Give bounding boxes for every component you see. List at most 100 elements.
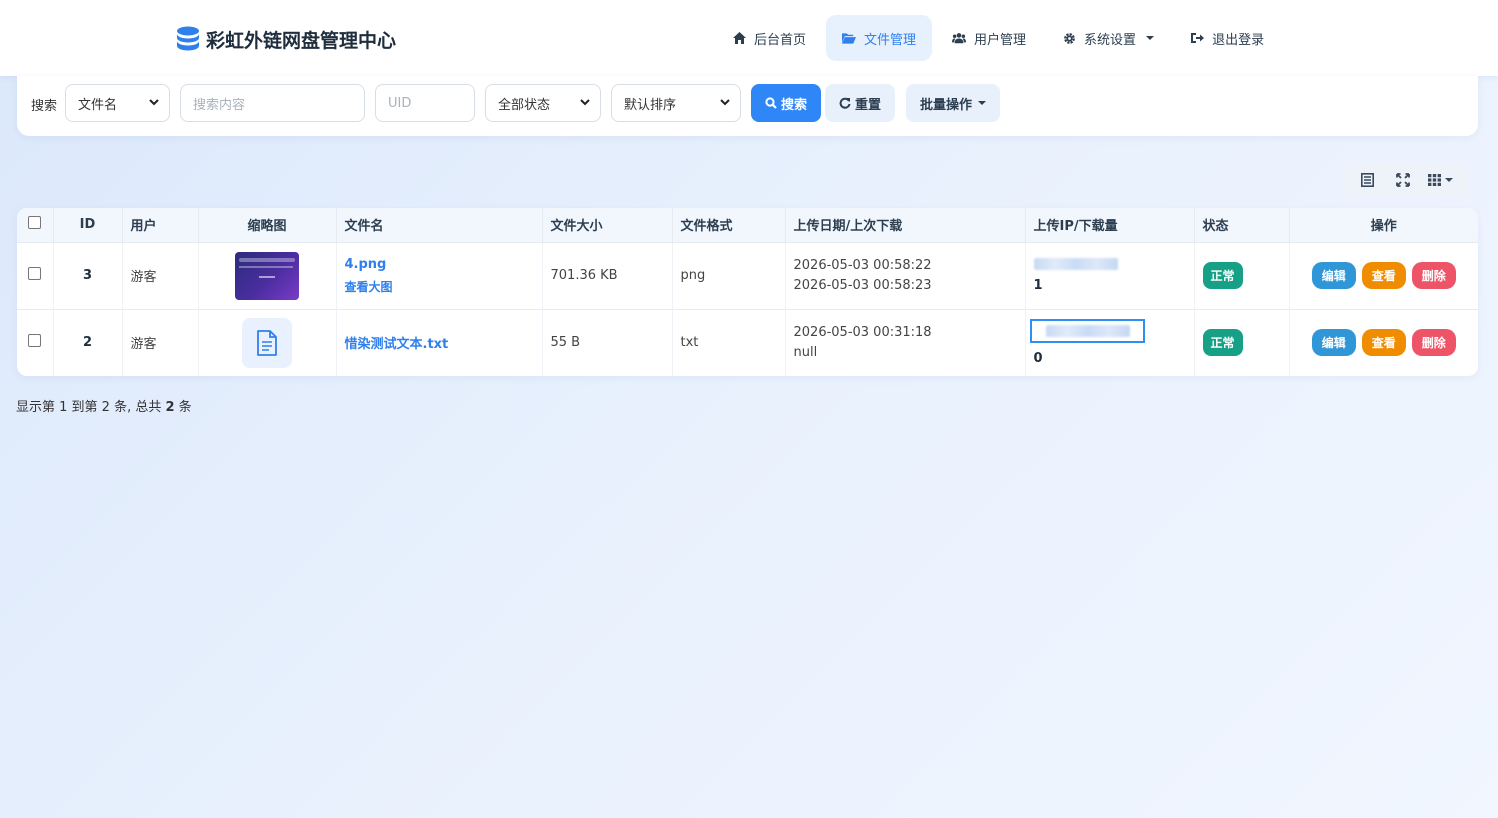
row-format: png	[672, 242, 786, 309]
reset-button[interactable]: 重置	[825, 84, 896, 122]
last-download-date: null	[793, 344, 818, 360]
view-button[interactable]: 查看	[1361, 329, 1406, 357]
row-checkbox[interactable]	[28, 267, 42, 280]
table-row: 3 游客 4.png 查看大图 701.36 KB png 2026-05-03…	[17, 242, 1478, 309]
row-filename-cell: 惜染测试文本.txt	[336, 309, 543, 376]
col-id[interactable]: ID	[53, 208, 123, 242]
nav-item-files[interactable]: 文件管理	[826, 15, 933, 61]
status-select-value: 全部状态	[498, 97, 551, 113]
chevron-down-icon	[1146, 36, 1155, 40]
grid-icon	[1428, 173, 1441, 186]
pager-prefix: 显示第 1 到第 2 条, 总共	[16, 400, 166, 415]
upload-ip-redacted[interactable]	[1033, 258, 1118, 270]
row-checkbox[interactable]	[28, 334, 42, 348]
text-file-icon[interactable]	[242, 317, 292, 368]
file-table: ID 用户 缩略图 文件名 文件大小 文件格式 上传日期/上次下载 上传IP/下…	[17, 208, 1478, 376]
nav-label: 后台首页	[754, 32, 807, 48]
row-dates: 2026-05-03 00:58:22 2026-05-03 00:58:23	[785, 242, 1026, 309]
select-all-cell	[17, 208, 54, 242]
download-count: 0	[1033, 351, 1043, 367]
search-input[interactable]: 搜索内容	[180, 84, 365, 122]
search-icon	[765, 97, 777, 109]
row-actions-cell: 编辑 查看 删除	[1289, 242, 1478, 309]
toggle-view-button[interactable]	[1353, 167, 1383, 193]
upload-ip-focused[interactable]	[1029, 319, 1145, 344]
view-large-link[interactable]: 查看大图	[345, 278, 534, 295]
nav-label: 退出登录	[1212, 32, 1265, 48]
chevron-down-icon	[720, 99, 730, 106]
image-thumbnail[interactable]	[235, 251, 299, 300]
col-user[interactable]: 用户	[122, 208, 199, 242]
home-icon	[732, 31, 746, 45]
row-size: 55 B	[542, 309, 673, 376]
col-status[interactable]: 状态	[1194, 208, 1290, 242]
status-select[interactable]: 全部状态	[485, 84, 601, 122]
search-button[interactable]: 搜索	[751, 84, 822, 122]
row-id: 3	[53, 242, 123, 309]
table-row: 2 游客 惜染测试文本.txt 55 B txt 2026-05-03 00:3…	[17, 309, 1478, 376]
users-icon	[952, 31, 967, 45]
nav-label: 系统设置	[1084, 32, 1137, 48]
pagination-info: 显示第 1 到第 2 条, 总共 2 条	[16, 396, 192, 415]
col-filename[interactable]: 文件名	[336, 208, 543, 242]
brand[interactable]: 彩虹外链网盘管理中心	[176, 24, 396, 54]
upload-date: 2026-05-03 00:58:22	[793, 257, 932, 273]
chevron-down-icon	[580, 99, 590, 106]
edit-button[interactable]: 编辑	[1311, 262, 1356, 289]
row-id: 2	[53, 309, 123, 376]
search-input-placeholder: 搜索内容	[193, 97, 246, 113]
nav-item-dashboard[interactable]: 后台首页	[716, 15, 822, 61]
row-format: txt	[672, 309, 786, 376]
filename-link[interactable]: 惜染测试文本.txt	[345, 333, 534, 352]
chevron-down-icon	[149, 99, 159, 106]
row-ip-downloads: 0	[1025, 309, 1195, 376]
brand-title: 彩虹外链网盘管理中心	[206, 29, 397, 52]
col-dates[interactable]: 上传日期/上次下载	[785, 208, 1026, 242]
folder-open-icon	[842, 31, 857, 45]
search-button-label: 搜索	[781, 97, 808, 113]
table-toolbar	[1344, 163, 1467, 196]
row-thumbnail-cell	[198, 242, 337, 309]
refresh-icon	[839, 97, 851, 109]
sign-out-icon	[1190, 31, 1204, 45]
edit-button[interactable]: 编辑	[1311, 329, 1356, 357]
fullscreen-button[interactable]	[1388, 167, 1418, 193]
row-select-cell	[17, 309, 54, 376]
nav-item-users[interactable]: 用户管理	[936, 15, 1042, 61]
search-label: 搜索	[31, 99, 58, 114]
col-thumbnail: 缩略图	[198, 208, 337, 242]
main-nav: 后台首页 文件管理 用户管理 系统设置 退出登录	[716, 15, 1284, 61]
col-ip-downloads[interactable]: 上传IP/下载量	[1025, 208, 1195, 242]
filename-link[interactable]: 4.png	[345, 257, 534, 272]
batch-actions-button[interactable]: 批量操作	[906, 84, 1001, 122]
status-badge: 正常	[1202, 329, 1243, 357]
field-select[interactable]: 文件名	[65, 84, 170, 122]
download-count: 1	[1033, 278, 1043, 293]
sort-select-value: 默认排序	[624, 97, 677, 113]
top-navbar: 彩虹外链网盘管理中心 后台首页 文件管理 用户管理 系统设置 退出登录	[0, 0, 1498, 76]
col-format[interactable]: 文件格式	[672, 208, 786, 242]
upload-date: 2026-05-03 00:31:18	[793, 324, 932, 340]
select-all-checkbox[interactable]	[28, 216, 42, 230]
col-size[interactable]: 文件大小	[542, 208, 673, 242]
col-actions: 操作	[1370, 219, 1397, 235]
chevron-down-icon	[978, 101, 987, 105]
nav-item-settings[interactable]: 系统设置	[1046, 15, 1170, 61]
view-button[interactable]: 查看	[1361, 262, 1406, 289]
row-filename-cell: 4.png 查看大图	[336, 242, 543, 309]
row-status-cell: 正常	[1194, 309, 1290, 376]
row-ip-downloads: 1	[1025, 242, 1195, 309]
row-status-cell: 正常	[1194, 242, 1290, 309]
table-header-row: ID 用户 缩略图 文件名 文件大小 文件格式 上传日期/上次下载 上传IP/下…	[17, 208, 1478, 242]
delete-button[interactable]: 删除	[1411, 262, 1456, 289]
delete-button[interactable]: 删除	[1411, 329, 1456, 357]
nav-item-logout[interactable]: 退出登录	[1174, 15, 1280, 61]
sort-select[interactable]: 默认排序	[611, 84, 741, 122]
status-badge: 正常	[1202, 262, 1243, 289]
columns-button[interactable]	[1423, 167, 1459, 193]
gear-icon	[1062, 31, 1076, 45]
pager-total: 2	[165, 400, 175, 415]
upload-ip-redacted	[1045, 325, 1130, 338]
uid-input[interactable]: UID	[375, 84, 475, 122]
row-thumbnail-cell	[198, 309, 337, 376]
